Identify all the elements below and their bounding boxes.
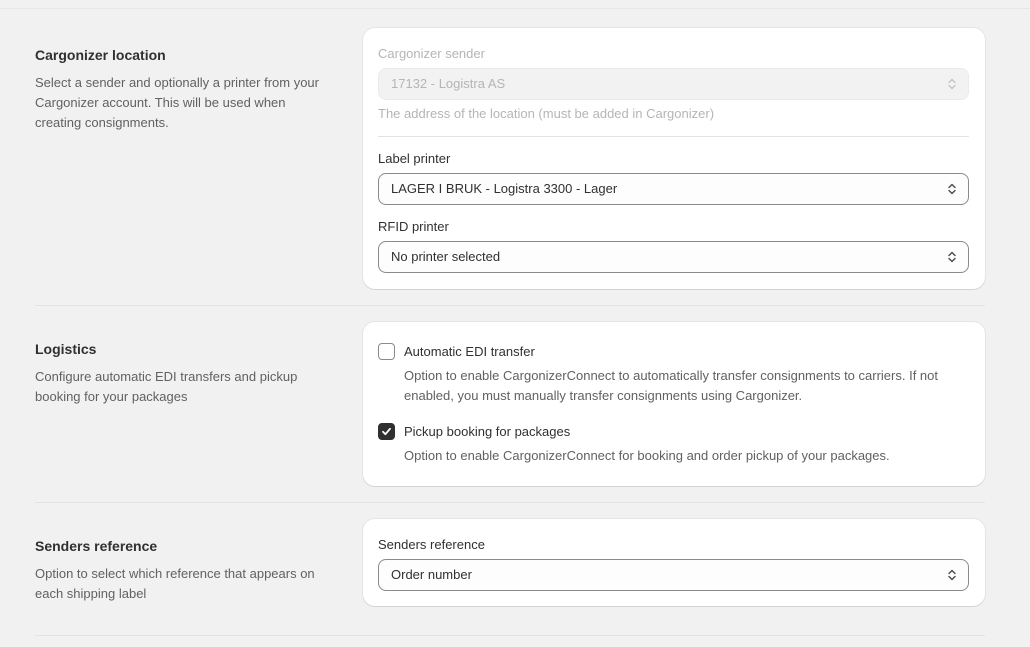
settings-page: Cargonizer location Select a sender and …	[0, 0, 1030, 647]
section-divider	[35, 305, 985, 306]
label-printer-select[interactable]: LAGER I BRUK - Logistra 3300 - Lager	[378, 173, 969, 205]
senders-reference-section: Senders reference Option to select which…	[35, 519, 985, 606]
logistics-intro: Logistics Configure automatic EDI transf…	[35, 339, 330, 407]
section-divider	[35, 635, 985, 636]
section-title: Senders reference	[35, 538, 158, 554]
pickup-booking-checkbox[interactable]	[378, 423, 395, 440]
senders-reference-select[interactable]: Order number	[378, 559, 969, 591]
senders-reference-card: Senders reference Order number	[363, 519, 985, 606]
cargonizer-sender-value: 17132 - Logistra AS	[391, 76, 506, 91]
cargonizer-sender-select: 17132 - Logistra AS	[378, 68, 969, 100]
rfid-printer-select[interactable]: No printer selected	[378, 241, 969, 273]
section-divider	[35, 502, 985, 503]
automatic-edi-description: Option to enable CargonizerConnect to au…	[404, 368, 938, 403]
senders-reference-value: Order number	[391, 567, 472, 582]
chevron-up-down-icon	[948, 78, 956, 90]
automatic-edi-label[interactable]: Automatic EDI transfer	[404, 343, 535, 361]
cargonizer-location-intro: Cargonizer location Select a sender and …	[35, 45, 330, 133]
cargonizer-sender-label: Cargonizer sender	[378, 46, 485, 61]
section-description: Select a sender and optionally a printer…	[35, 75, 319, 130]
cargonizer-location-section: Cargonizer location Select a sender and …	[35, 28, 985, 289]
cargonizer-location-card: Cargonizer sender 17132 - Logistra AS Th…	[363, 28, 985, 289]
logistics-section: Logistics Configure automatic EDI transf…	[35, 322, 985, 486]
section-description: Configure automatic EDI transfers and pi…	[35, 369, 298, 404]
senders-reference-intro: Senders reference Option to select which…	[35, 536, 330, 604]
card-divider	[378, 136, 969, 137]
chevron-up-down-icon	[948, 569, 956, 581]
logistics-card: Automatic EDI transfer Option to enable …	[363, 322, 985, 486]
cargonizer-sender-help: The address of the location (must be add…	[378, 106, 715, 121]
pickup-booking-description: Option to enable CargonizerConnect for b…	[404, 448, 890, 463]
label-printer-value: LAGER I BRUK - Logistra 3300 - Lager	[391, 181, 618, 196]
checkmark-icon	[382, 427, 391, 436]
section-description: Option to select which reference that ap…	[35, 566, 315, 601]
senders-reference-label: Senders reference	[378, 537, 485, 552]
section-title: Logistics	[35, 341, 97, 357]
chevron-up-down-icon	[948, 251, 956, 263]
rfid-printer-label: RFID printer	[378, 219, 449, 234]
pickup-booking-label[interactable]: Pickup booking for packages	[404, 423, 570, 441]
section-title: Cargonizer location	[35, 47, 166, 63]
label-printer-label: Label printer	[378, 151, 451, 166]
rfid-printer-value: No printer selected	[391, 249, 501, 264]
top-divider	[0, 8, 1030, 9]
chevron-up-down-icon	[948, 183, 956, 195]
automatic-edi-checkbox[interactable]	[378, 343, 395, 360]
